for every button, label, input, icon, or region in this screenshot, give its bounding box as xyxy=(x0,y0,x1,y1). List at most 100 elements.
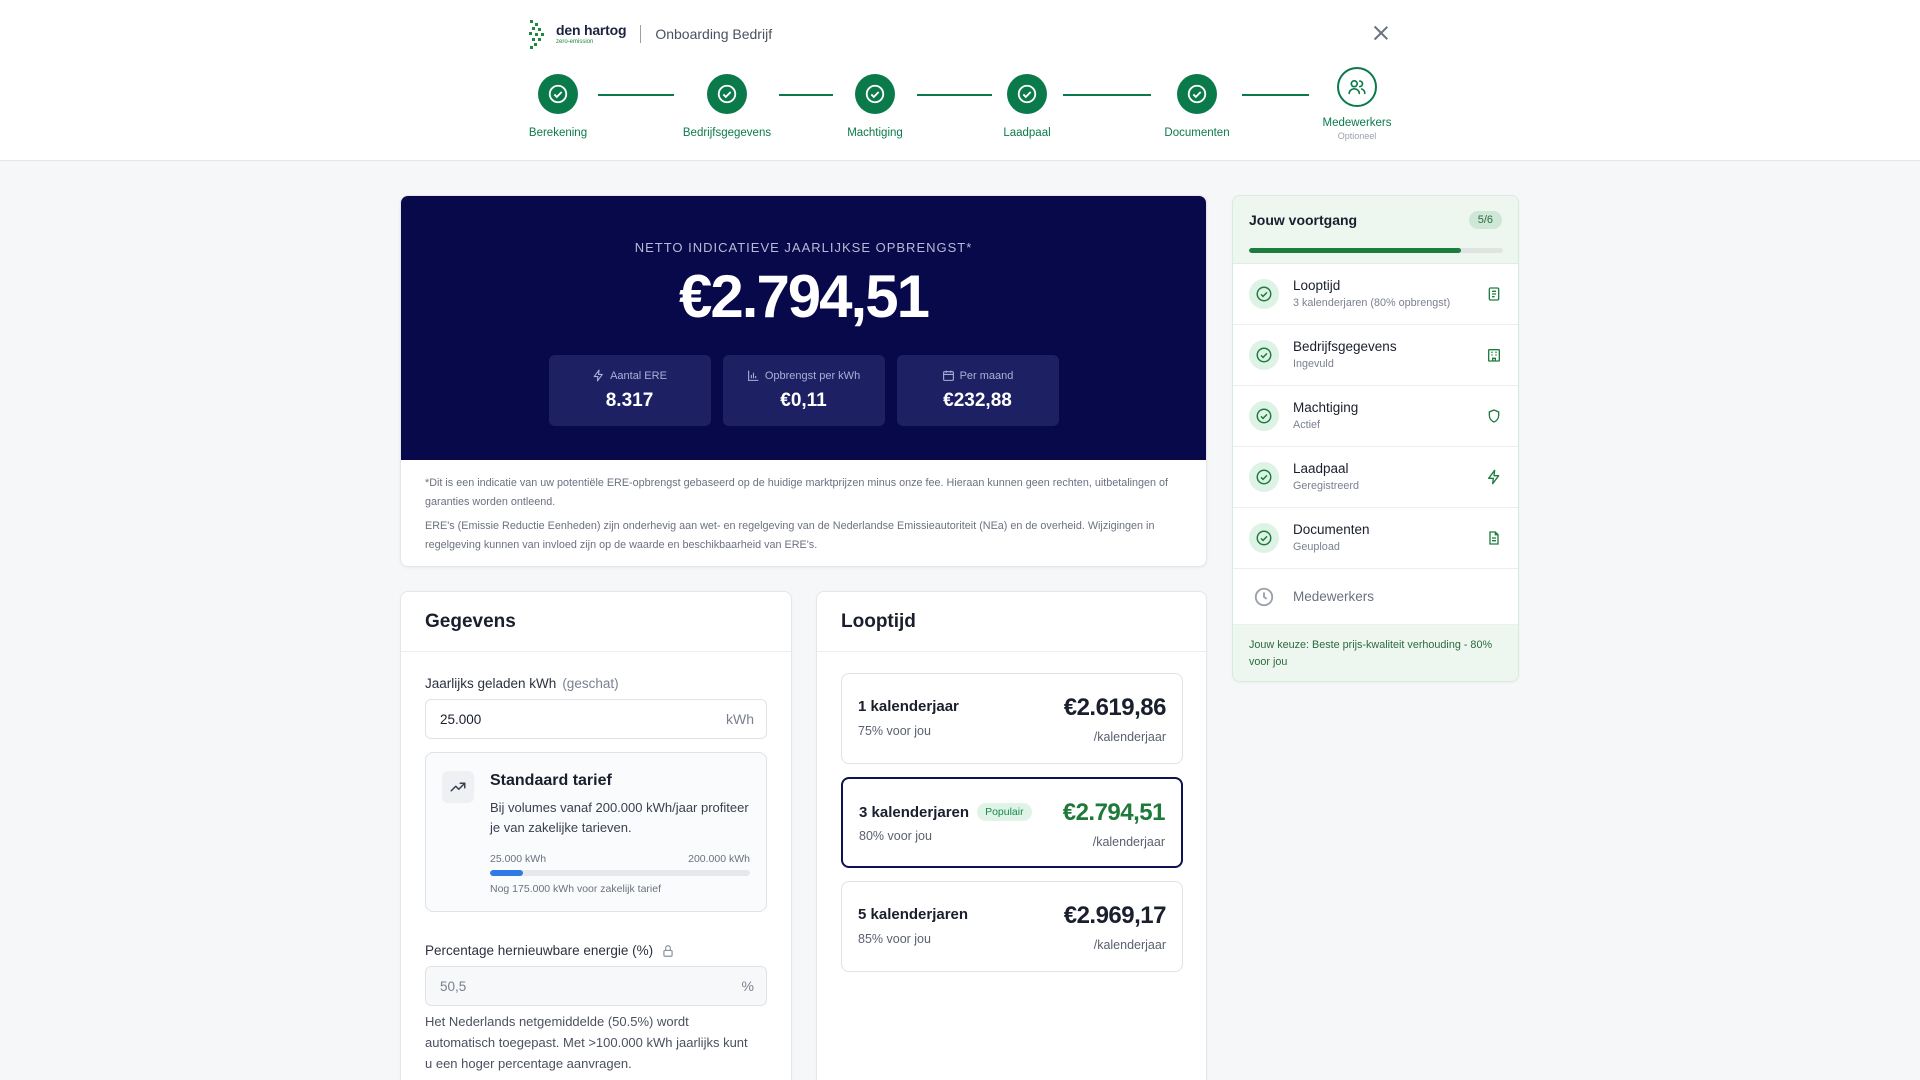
stat-value: €0,11 xyxy=(780,390,827,411)
step-machtiging[interactable]: Machtiging xyxy=(805,74,945,139)
pct-help: Het Nederlands netgemiddelde (50.5%) wor… xyxy=(425,1014,748,1071)
pct-label-text: Percentage hernieuwbare energie (%) xyxy=(425,943,654,958)
check-icon xyxy=(1249,523,1279,553)
step-label: Berekening xyxy=(528,127,588,139)
earnings-stats: Aantal ERE 8.317 Opbrengst per kWh €0,11… xyxy=(548,355,1059,426)
option-unit: /kalenderjaar xyxy=(1092,835,1165,849)
step-label: Machtiging xyxy=(847,127,903,139)
option-unit: /kalenderjaar xyxy=(1093,730,1166,744)
progress-item-sub: Geupload xyxy=(1293,541,1340,553)
check-icon xyxy=(1177,74,1217,114)
check-icon xyxy=(1249,279,1279,309)
kwh-label-text: Jaarlijks geladen kWh xyxy=(425,676,557,691)
step-sublabel: Optioneel xyxy=(1337,131,1377,141)
step-berekening[interactable]: Berekening xyxy=(488,74,628,139)
step-label: Laadpaal xyxy=(1003,127,1051,139)
users-icon xyxy=(1337,67,1377,107)
pct-unit: % xyxy=(741,978,754,994)
shield-icon xyxy=(1488,409,1500,423)
check-icon xyxy=(1249,401,1279,431)
stat-label: Per maand xyxy=(942,369,1013,382)
looptijd-option-5[interactable]: 5 kalenderjaren 85% voor jou €2.969,17 /… xyxy=(841,881,1183,972)
option-title-text: 1 kalenderjaar xyxy=(858,698,959,715)
progress-item-sub: Geregistreerd xyxy=(1293,480,1360,492)
progress-item-medewerkers[interactable]: Medewerkers xyxy=(1233,569,1518,625)
stat-label-text: Aantal ERE xyxy=(610,369,667,382)
clipboard-icon xyxy=(1488,287,1500,301)
option-share: 80% voor jou xyxy=(859,829,932,843)
pct-value: 50,5 xyxy=(440,978,467,994)
check-icon xyxy=(1007,74,1047,114)
pct-input: 50,5 % xyxy=(425,966,767,1006)
tarief-title: Standaard tarief xyxy=(490,772,612,789)
progress-item-bedrijfsgegevens[interactable]: Bedrijfsgegevens Ingevuld xyxy=(1233,325,1518,386)
progress-item-title: Medewerkers xyxy=(1293,589,1375,604)
progress-item-documenten[interactable]: Documenten Geupload xyxy=(1233,508,1518,569)
looptijd-option-3[interactable]: 3 kalenderjaren Populair 80% voor jou €2… xyxy=(841,777,1183,868)
volume-progress-fill xyxy=(490,870,523,876)
stat-label: Aantal ERE xyxy=(592,369,667,382)
progress-item-looptijd[interactable]: Looptijd 3 kalenderjaren (80% opbrengst) xyxy=(1233,264,1518,325)
card-title: Looptijd xyxy=(817,592,1206,652)
progress-item-title: Documenten xyxy=(1293,522,1370,537)
popular-badge: Populair xyxy=(977,803,1032,821)
stat-opbrengst-per-kwh: Opbrengst per kWh €0,11 xyxy=(722,355,885,426)
progress-item-machtiging[interactable]: Machtiging Actief xyxy=(1233,386,1518,447)
step-medewerkers[interactable]: Medewerkers Optioneel xyxy=(1287,67,1427,141)
stat-per-maand: Per maand €232,88 xyxy=(896,355,1059,426)
bar-chart-icon xyxy=(747,370,759,381)
progress-item-sub: Ingevuld xyxy=(1293,358,1334,370)
step-bedrijfsgegevens[interactable]: Bedrijfsgegevens xyxy=(657,74,797,139)
stat-label: Opbrengst per kWh xyxy=(747,369,860,382)
kwh-value: 25.000 xyxy=(440,711,482,727)
brand: den hartog zero-emission Onboarding Bedr… xyxy=(528,18,772,50)
earnings-caption: NETTO INDICATIEVE JAARLIJKSE OPBRENGST* xyxy=(634,240,973,255)
disclaimer-text: ERE's (Emissie Reductie Eenheden) zijn o… xyxy=(425,519,1155,552)
brand-logo-icon xyxy=(529,20,544,49)
pct-label: Percentage hernieuwbare energie (%) xyxy=(425,943,675,958)
close-icon[interactable] xyxy=(1372,24,1390,42)
step-documenten[interactable]: Documenten xyxy=(1127,74,1267,139)
tarief-panel: Standaard tarief Bij volumes vanaf 200.0… xyxy=(425,752,767,912)
progress-item-sub: 3 kalenderjaren (80% opbrengst) xyxy=(1293,297,1451,309)
progress-header: Jouw voortgang 5/6 xyxy=(1233,196,1518,264)
progress-item-title: Machtiging xyxy=(1293,400,1359,415)
looptijd-option-1[interactable]: 1 kalenderjaar 75% voor jou €2.619,86 /k… xyxy=(841,673,1183,764)
divider xyxy=(640,25,642,43)
brand-name: den hartog zero-emission xyxy=(556,23,627,45)
trending-up-icon xyxy=(442,771,474,803)
earnings-card: NETTO INDICATIEVE JAARLIJKSE OPBRENGST* … xyxy=(400,195,1207,567)
progress-bar-fill xyxy=(1249,248,1461,253)
tarief-range: 25.000 kWh 200.000 kWh xyxy=(490,853,750,865)
disclaimer: *Dit is een indicatie van uw potentiële … xyxy=(401,460,1206,556)
top-bar: den hartog zero-emission Onboarding Bedr… xyxy=(0,0,1920,161)
earnings-banner: NETTO INDICATIEVE JAARLIJKSE OPBRENGST* … xyxy=(401,196,1206,460)
lightning-icon xyxy=(593,369,603,382)
check-icon xyxy=(538,74,578,114)
stat-aantal-ere: Aantal ERE 8.317 xyxy=(548,355,711,426)
document-icon xyxy=(1489,531,1499,545)
kwh-label: Jaarlijks geladen kWh (geschat) xyxy=(425,676,619,691)
tarief-description: Bij volumes vanaf 200.000 kWh/jaar profi… xyxy=(490,800,749,836)
range-max: 200.000 kWh xyxy=(688,853,750,865)
page-title: Onboarding Bedrijf xyxy=(655,26,773,42)
building-icon xyxy=(1488,349,1500,362)
card-title: Gegevens xyxy=(401,592,791,652)
option-price: €2.619,86 xyxy=(1063,694,1167,721)
option-share: 85% voor jou xyxy=(858,932,931,946)
progress-item-laadpaal[interactable]: Laadpaal Geregistreerd xyxy=(1233,447,1518,508)
choice-summary: Jouw keuze: Beste prijs-kwaliteit verhou… xyxy=(1233,625,1518,681)
kwh-input[interactable]: 25.000 kWh xyxy=(425,699,767,739)
step-label: Bedrijfsgegevens xyxy=(682,127,772,139)
volume-progress-bar xyxy=(490,870,750,876)
option-unit: /kalenderjaar xyxy=(1093,938,1166,952)
gegevens-card: Gegevens Jaarlijks geladen kWh (geschat) … xyxy=(400,591,792,1080)
option-price: €2.794,51 xyxy=(1062,799,1166,826)
stat-value: €232,88 xyxy=(943,390,1012,411)
progress-bar xyxy=(1249,248,1503,253)
step-label: Documenten xyxy=(1164,127,1230,139)
progress-panel: Jouw voortgang 5/6 Looptijd 3 kalenderja… xyxy=(1232,195,1519,682)
clock-icon xyxy=(1254,587,1274,607)
option-title: 3 kalenderjaren Populair xyxy=(859,803,1032,821)
step-laadpaal[interactable]: Laadpaal xyxy=(957,74,1097,139)
